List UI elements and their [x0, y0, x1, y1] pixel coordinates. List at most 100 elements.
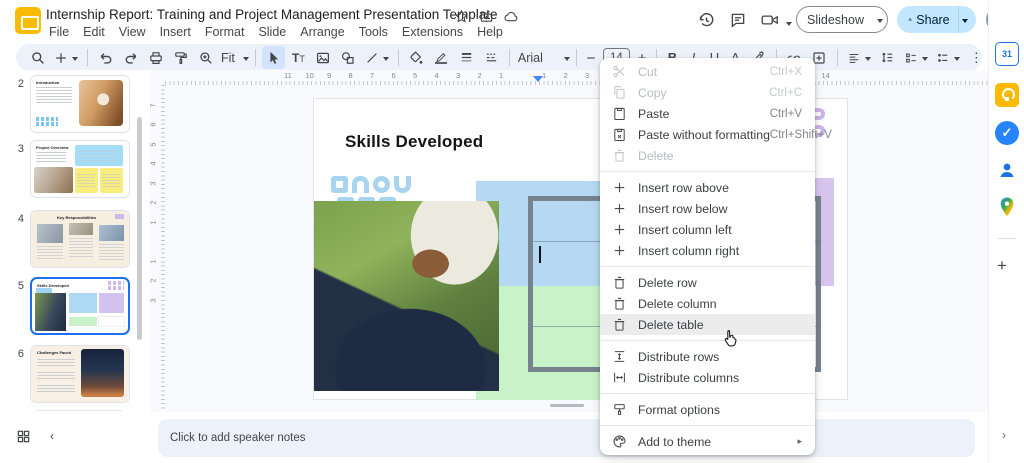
menubar-item-edit[interactable]: Edit	[76, 23, 112, 41]
context-menu-item-paste-without-formatting[interactable]: Paste without formattingCtrl+Shift+V	[600, 124, 815, 145]
speaker-notes-input[interactable]: Click to add speaker notes	[158, 419, 975, 457]
slide-thumbnail-6[interactable]: Challenges Faced	[30, 345, 130, 403]
menubar-item-extensions[interactable]: Extensions	[395, 23, 470, 41]
print-icon[interactable]	[144, 46, 167, 69]
menubar-item-file[interactable]: File	[42, 23, 76, 41]
comments-icon[interactable]	[729, 11, 751, 31]
slideshow-caret-icon[interactable]	[877, 19, 883, 26]
context-menu-item-insert-row-above[interactable]: Insert row above	[600, 177, 815, 198]
contacts-icon[interactable]	[995, 158, 1019, 182]
line-spacing-icon[interactable]	[876, 46, 899, 69]
toolbar-divider	[576, 49, 577, 66]
context-menu-item-distribute-columns[interactable]: Distribute columns	[600, 367, 815, 388]
grid-view-icon[interactable]	[16, 429, 31, 449]
ruler-cursor-marker[interactable]	[533, 76, 543, 87]
slideshow-button[interactable]: Slideshow	[796, 6, 888, 33]
menubar-item-arrange[interactable]: Arrange	[293, 23, 351, 41]
slide-thumbnail-2[interactable]: Introduction	[30, 75, 130, 133]
undo-icon[interactable]	[94, 46, 117, 69]
menubar-item-help[interactable]: Help	[470, 23, 510, 41]
ruler-number: 5	[413, 71, 417, 80]
context-menu-item-format-options[interactable]: Format options	[600, 399, 815, 420]
filmstrip-scrollbar[interactable]	[137, 117, 142, 340]
ruler-number: 7	[370, 71, 374, 80]
context-menu-item-insert-column-left[interactable]: Insert column left	[600, 219, 815, 240]
ruler-number: 5	[149, 142, 158, 146]
context-menu-item-insert-column-right[interactable]: Insert column right	[600, 240, 815, 261]
context-menu-item-add-to-theme[interactable]: Add to theme▸	[600, 431, 815, 452]
keep-icon[interactable]	[995, 83, 1019, 107]
context-menu-item-delete-column[interactable]: Delete column	[600, 293, 815, 314]
slide-title[interactable]: Skills Developed	[345, 132, 483, 152]
share-caret-icon[interactable]	[962, 19, 968, 26]
menubar-item-tools[interactable]: Tools	[352, 23, 395, 41]
ruler-number: 6	[392, 71, 396, 80]
plus-icon	[612, 180, 627, 195]
context-menu-item-paste[interactable]: PasteCtrl+V	[600, 103, 815, 124]
slide-photo-two-men[interactable]	[314, 201, 499, 391]
text-cursor	[539, 246, 541, 263]
insert-line-icon[interactable]	[362, 46, 392, 69]
font-family-caret-icon[interactable]	[564, 57, 570, 64]
checklist-icon[interactable]	[901, 46, 931, 69]
google-slides-logo-icon[interactable]	[15, 7, 41, 34]
menu-item-label: Format options	[638, 403, 802, 417]
new-slide-button[interactable]	[51, 46, 81, 69]
toolbar-divider	[87, 49, 88, 66]
slide-filmstrip: 2Introduction3Project Overview4Key Respo…	[0, 70, 150, 412]
version-history-icon[interactable]	[697, 11, 719, 31]
align-icon[interactable]	[844, 46, 874, 69]
camera-caret-icon[interactable]	[786, 22, 792, 29]
more-options-icon[interactable]: ⋮	[965, 46, 988, 69]
context-menu-item-delete-row[interactable]: Delete row	[600, 272, 815, 293]
horizontal-ruler: 11109876543211234567891011121314	[165, 70, 988, 85]
font-family-select[interactable]: Arial	[516, 51, 558, 65]
search-menus-icon[interactable]	[26, 46, 49, 69]
tasks-icon[interactable]: ✓	[995, 121, 1019, 145]
border-color-icon[interactable]	[430, 51, 453, 65]
slide-thumbnail-3[interactable]: Project Overview	[30, 140, 130, 198]
border-dash-icon[interactable]	[480, 46, 503, 69]
decrease-font-size-icon[interactable]	[583, 46, 599, 69]
maps-icon[interactable]	[995, 195, 1019, 219]
numbered-list-icon[interactable]	[933, 46, 963, 69]
meet-camera-icon[interactable]	[760, 11, 782, 31]
calendar-icon[interactable]: 31	[995, 42, 1019, 66]
text-box-icon[interactable]: TT	[287, 46, 310, 69]
collapse-filmstrip-icon[interactable]: ‹	[50, 429, 54, 443]
fill-color-icon[interactable]	[405, 46, 428, 69]
get-add-ons-icon[interactable]: +	[997, 256, 1007, 276]
menubar-item-view[interactable]: View	[112, 23, 153, 41]
context-menu-item-insert-row-below[interactable]: Insert row below	[600, 198, 815, 219]
menu-item-label: Insert column right	[638, 244, 802, 258]
slide-thumbnail-4[interactable]: Key Responsibilities	[30, 210, 130, 268]
menubar-item-insert[interactable]: Insert	[153, 23, 198, 41]
move-to-folder-icon[interactable]	[477, 8, 495, 24]
insert-shape-icon[interactable]	[337, 46, 360, 69]
cloud-status-icon[interactable]	[502, 8, 520, 24]
insert-image-icon[interactable]	[312, 46, 335, 69]
select-tool-icon[interactable]	[262, 46, 285, 69]
paint-format-icon[interactable]	[169, 46, 192, 69]
share-button[interactable]: Share	[897, 6, 976, 33]
zoom-caret-icon[interactable]	[243, 57, 249, 64]
context-menu-item-distribute-rows[interactable]: Distribute rows	[600, 346, 815, 367]
menubar-item-format[interactable]: Format	[198, 23, 252, 41]
submenu-arrow-icon: ▸	[797, 436, 802, 447]
context-menu-item-delete-table[interactable]: Delete table	[600, 314, 815, 335]
document-title[interactable]: Internship Report: Training and Project …	[46, 7, 498, 22]
zoom-icon[interactable]	[194, 46, 217, 69]
zoom-select[interactable]: Fit	[219, 51, 237, 65]
trash-icon	[612, 275, 627, 290]
ruler-number: 1	[149, 220, 158, 224]
ruler-number: 1	[499, 71, 503, 80]
table-context-menu: CutCtrl+XCopyCtrl+CPasteCtrl+VPaste with…	[600, 58, 815, 455]
redo-icon[interactable]	[119, 46, 142, 69]
border-weight-icon[interactable]	[455, 46, 478, 69]
expand-panel-icon[interactable]: ›	[1002, 428, 1006, 442]
slide-thumbnail-5[interactable]: Skills Developed	[30, 277, 130, 335]
horizontal-scrollbar[interactable]	[550, 404, 584, 407]
menubar-item-slide[interactable]: Slide	[251, 23, 293, 41]
star-icon[interactable]	[452, 8, 470, 24]
context-menu-divider	[600, 340, 815, 341]
